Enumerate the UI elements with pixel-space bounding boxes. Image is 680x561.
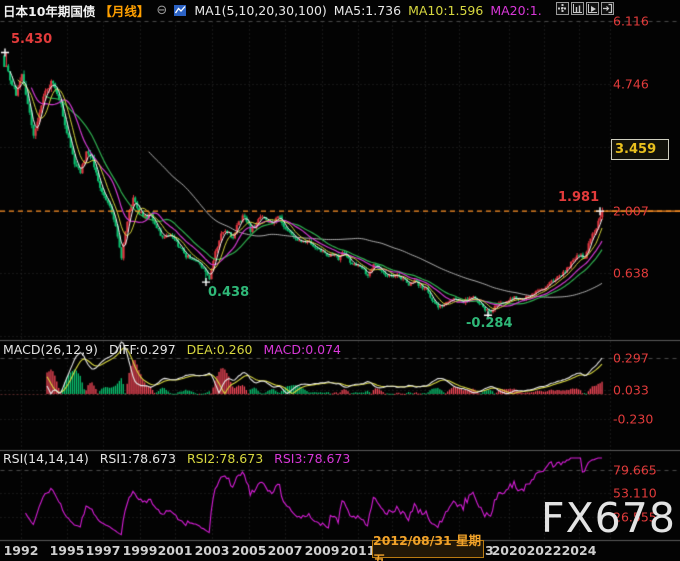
axis-year-label: 2005 [231, 543, 267, 558]
extreme-value-label: 5.430 [11, 32, 53, 47]
axis-price-label: 79.665 [613, 462, 657, 478]
axis-price-label: 0.033 [613, 382, 649, 398]
crosshair-price-box: 3.459 [611, 139, 669, 160]
macd-value: MACD:0.074 [263, 342, 341, 357]
trading-chart-window: 日本10年期国债 【月线】 ⊖ MA1(5,10,20,30,100) MA5:1… [0, 0, 680, 561]
chart-canvas[interactable] [0, 0, 680, 561]
axis-year-label: 2011 [340, 543, 376, 558]
extreme-value-label: 1.981 [558, 190, 600, 205]
rsi1-value: RSI1:78.673 [99, 451, 176, 466]
playback-icon-button[interactable] [586, 2, 599, 15]
chart-header: 日本10年期国债 【月线】 ⊖ MA1(5,10,20,30,100) MA5:1… [3, 2, 542, 19]
auto-scale-axis-icon-button[interactable] [571, 2, 584, 15]
axis-price-label: 6.116 [613, 13, 649, 29]
axis-year-label: 2007 [267, 543, 303, 558]
rsi3-value: RSI3:78.673 [274, 451, 351, 466]
extreme-value-label: 0.438 [208, 285, 250, 300]
axis-year-label: 2001 [157, 543, 193, 558]
instrument-title: 日本10年期国债 [3, 4, 96, 19]
axis-year-label: 1997 [85, 543, 121, 558]
axis-year-label: 2003 [194, 543, 230, 558]
macd-params-label: MACD(26,12,9) [3, 342, 98, 357]
chart-style-icon[interactable] [174, 4, 187, 17]
rsi2-value: RSI2:78.673 [186, 451, 264, 466]
exit-panel-icon-button[interactable] [601, 2, 614, 15]
covered-xlabel-remnant: 3 [485, 543, 494, 558]
macd-diff-value: DIFF:0.297 [108, 342, 176, 357]
axis-price-label: 0.638 [613, 265, 649, 281]
axis-year-label: 1999 [122, 543, 158, 558]
ma10-value: MA10:1.596 [408, 3, 484, 18]
ma-settings-label: MA1(5,10,20,30,100) [194, 3, 327, 18]
zoom-out-icon[interactable]: ⊖ [156, 3, 167, 18]
crosshair-date-box: 2012/08/31 星期五 [372, 533, 484, 561]
axis-year-label: 1992 [3, 543, 39, 558]
pan-crosshair-icon-button[interactable] [556, 2, 569, 15]
macd-dea-value: DEA:0.260 [186, 342, 253, 357]
axis-price-label: 2.007 [613, 203, 649, 219]
axis-year-label: 2024 [561, 543, 597, 558]
ma20-value: MA20:1. [490, 3, 542, 18]
axis-year-label: 2009 [304, 543, 340, 558]
extreme-value-label: -0.284 [466, 316, 513, 331]
chart-toolbar [556, 2, 614, 15]
rsi-legend-row: RSI(14,14,14) RSI1:78.673 RSI2:78.673 RS… [3, 451, 350, 466]
ma5-value: MA5:1.736 [333, 3, 402, 18]
axis-year-label: 2020 [491, 543, 527, 558]
fx678-watermark: FX678 [541, 494, 676, 542]
axis-year-label: 1995 [49, 543, 85, 558]
macd-legend-row: MACD(26,12,9) DIFF:0.297 DEA:0.260 MACD:… [3, 342, 341, 357]
axis-year-label: 2022 [526, 543, 562, 558]
axis-price-label: 0.297 [613, 350, 649, 366]
timeframe-label: 【月线】 [99, 4, 150, 19]
rsi-params-label: RSI(14,14,14) [3, 451, 89, 466]
axis-price-label: -0.230 [613, 411, 654, 427]
axis-price-label: 4.746 [613, 76, 649, 92]
